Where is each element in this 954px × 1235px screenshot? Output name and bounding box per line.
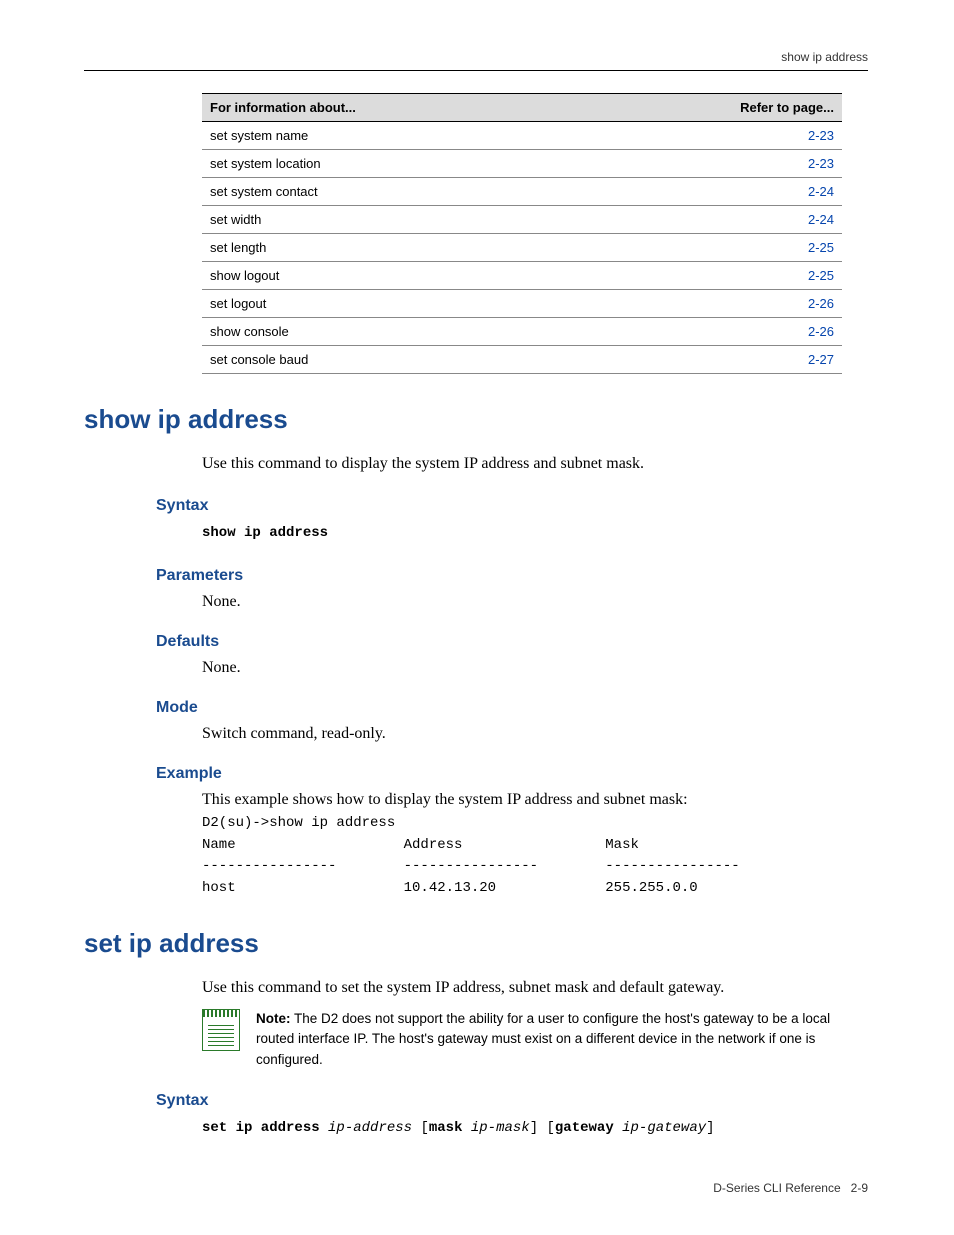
syntax-arg: ip-gateway	[622, 1120, 706, 1136]
ref-page-link[interactable]: 2-23	[583, 122, 842, 150]
table-row: show logout 2-25	[202, 262, 842, 290]
table-row: set length 2-25	[202, 234, 842, 262]
section-heading-set-ip: set ip address	[84, 928, 868, 959]
table-row: set system name 2-23	[202, 122, 842, 150]
syntax-cmd: set ip address	[202, 1120, 320, 1136]
ref-info: show console	[202, 318, 583, 346]
syntax-keyword: gateway	[555, 1120, 614, 1136]
table-row: set width 2-24	[202, 206, 842, 234]
syntax-arg: ip-address	[328, 1120, 412, 1136]
ref-info: set width	[202, 206, 583, 234]
reference-table: For information about... Refer to page..…	[202, 93, 842, 374]
table-row: show console 2-26	[202, 318, 842, 346]
table-row: set logout 2-26	[202, 290, 842, 318]
subsection-syntax: Syntax	[156, 497, 868, 515]
syntax-bracket: ]	[706, 1120, 714, 1136]
ref-page-link[interactable]: 2-25	[583, 262, 842, 290]
ref-info: set console baud	[202, 346, 583, 374]
subsection-parameters: Parameters	[156, 567, 868, 585]
subsection-example: Example	[156, 765, 868, 783]
mode-body: Switch command, read-only.	[202, 725, 868, 743]
ref-page-link[interactable]: 2-26	[583, 290, 842, 318]
syntax-bracket: [	[420, 1120, 428, 1136]
note-body: The D2 does not support the ability for …	[256, 1011, 830, 1067]
parameters-body: None.	[202, 593, 868, 611]
reference-table-wrap: For information about... Refer to page..…	[202, 93, 868, 374]
section-desc: Use this command to display the system I…	[202, 453, 868, 475]
footer-page: 2-9	[851, 1181, 868, 1195]
subsection-syntax: Syntax	[156, 1092, 868, 1110]
section-desc: Use this command to set the system IP ad…	[202, 977, 868, 999]
ref-col-info: For information about...	[202, 94, 583, 122]
syntax-code: set ip address ip-address [mask ip-mask]…	[202, 1118, 868, 1140]
ref-page-link[interactable]: 2-24	[583, 206, 842, 234]
table-row: set console baud 2-27	[202, 346, 842, 374]
running-header: show ip address	[84, 50, 868, 71]
note-block: Note: The D2 does not support the abilit…	[202, 1009, 868, 1070]
ref-info: show logout	[202, 262, 583, 290]
table-row: set system contact 2-24	[202, 178, 842, 206]
ref-page-link[interactable]: 2-24	[583, 178, 842, 206]
ref-info: set system contact	[202, 178, 583, 206]
ref-info: set system location	[202, 150, 583, 178]
ref-page-link[interactable]: 2-25	[583, 234, 842, 262]
footer-doc: D-Series CLI Reference	[713, 1181, 840, 1195]
ref-info: set logout	[202, 290, 583, 318]
ref-col-page: Refer to page...	[583, 94, 842, 122]
ref-info: set length	[202, 234, 583, 262]
table-row: set system location 2-23	[202, 150, 842, 178]
ref-page-link[interactable]: 2-23	[583, 150, 842, 178]
ref-page-link[interactable]: 2-26	[583, 318, 842, 346]
ref-info: set system name	[202, 122, 583, 150]
note-text: Note: The D2 does not support the abilit…	[256, 1009, 868, 1070]
syntax-bracket: ]	[530, 1120, 538, 1136]
syntax-keyword: mask	[429, 1120, 463, 1136]
syntax-code: show ip address	[202, 523, 868, 545]
syntax-bracket: [	[547, 1120, 555, 1136]
page-footer: D-Series CLI Reference 2-9	[713, 1181, 868, 1195]
subsection-mode: Mode	[156, 699, 868, 717]
note-icon	[202, 1009, 240, 1051]
example-output: D2(su)->show ip address Name Address Mas…	[202, 813, 868, 900]
syntax-arg: ip-mask	[471, 1120, 530, 1136]
section-heading-show-ip: show ip address	[84, 404, 868, 435]
ref-page-link[interactable]: 2-27	[583, 346, 842, 374]
syntax-cmd: show ip address	[202, 525, 328, 541]
example-intro: This example shows how to display the sy…	[202, 791, 868, 809]
subsection-defaults: Defaults	[156, 633, 868, 651]
defaults-body: None.	[202, 659, 868, 677]
note-label: Note:	[256, 1011, 291, 1026]
